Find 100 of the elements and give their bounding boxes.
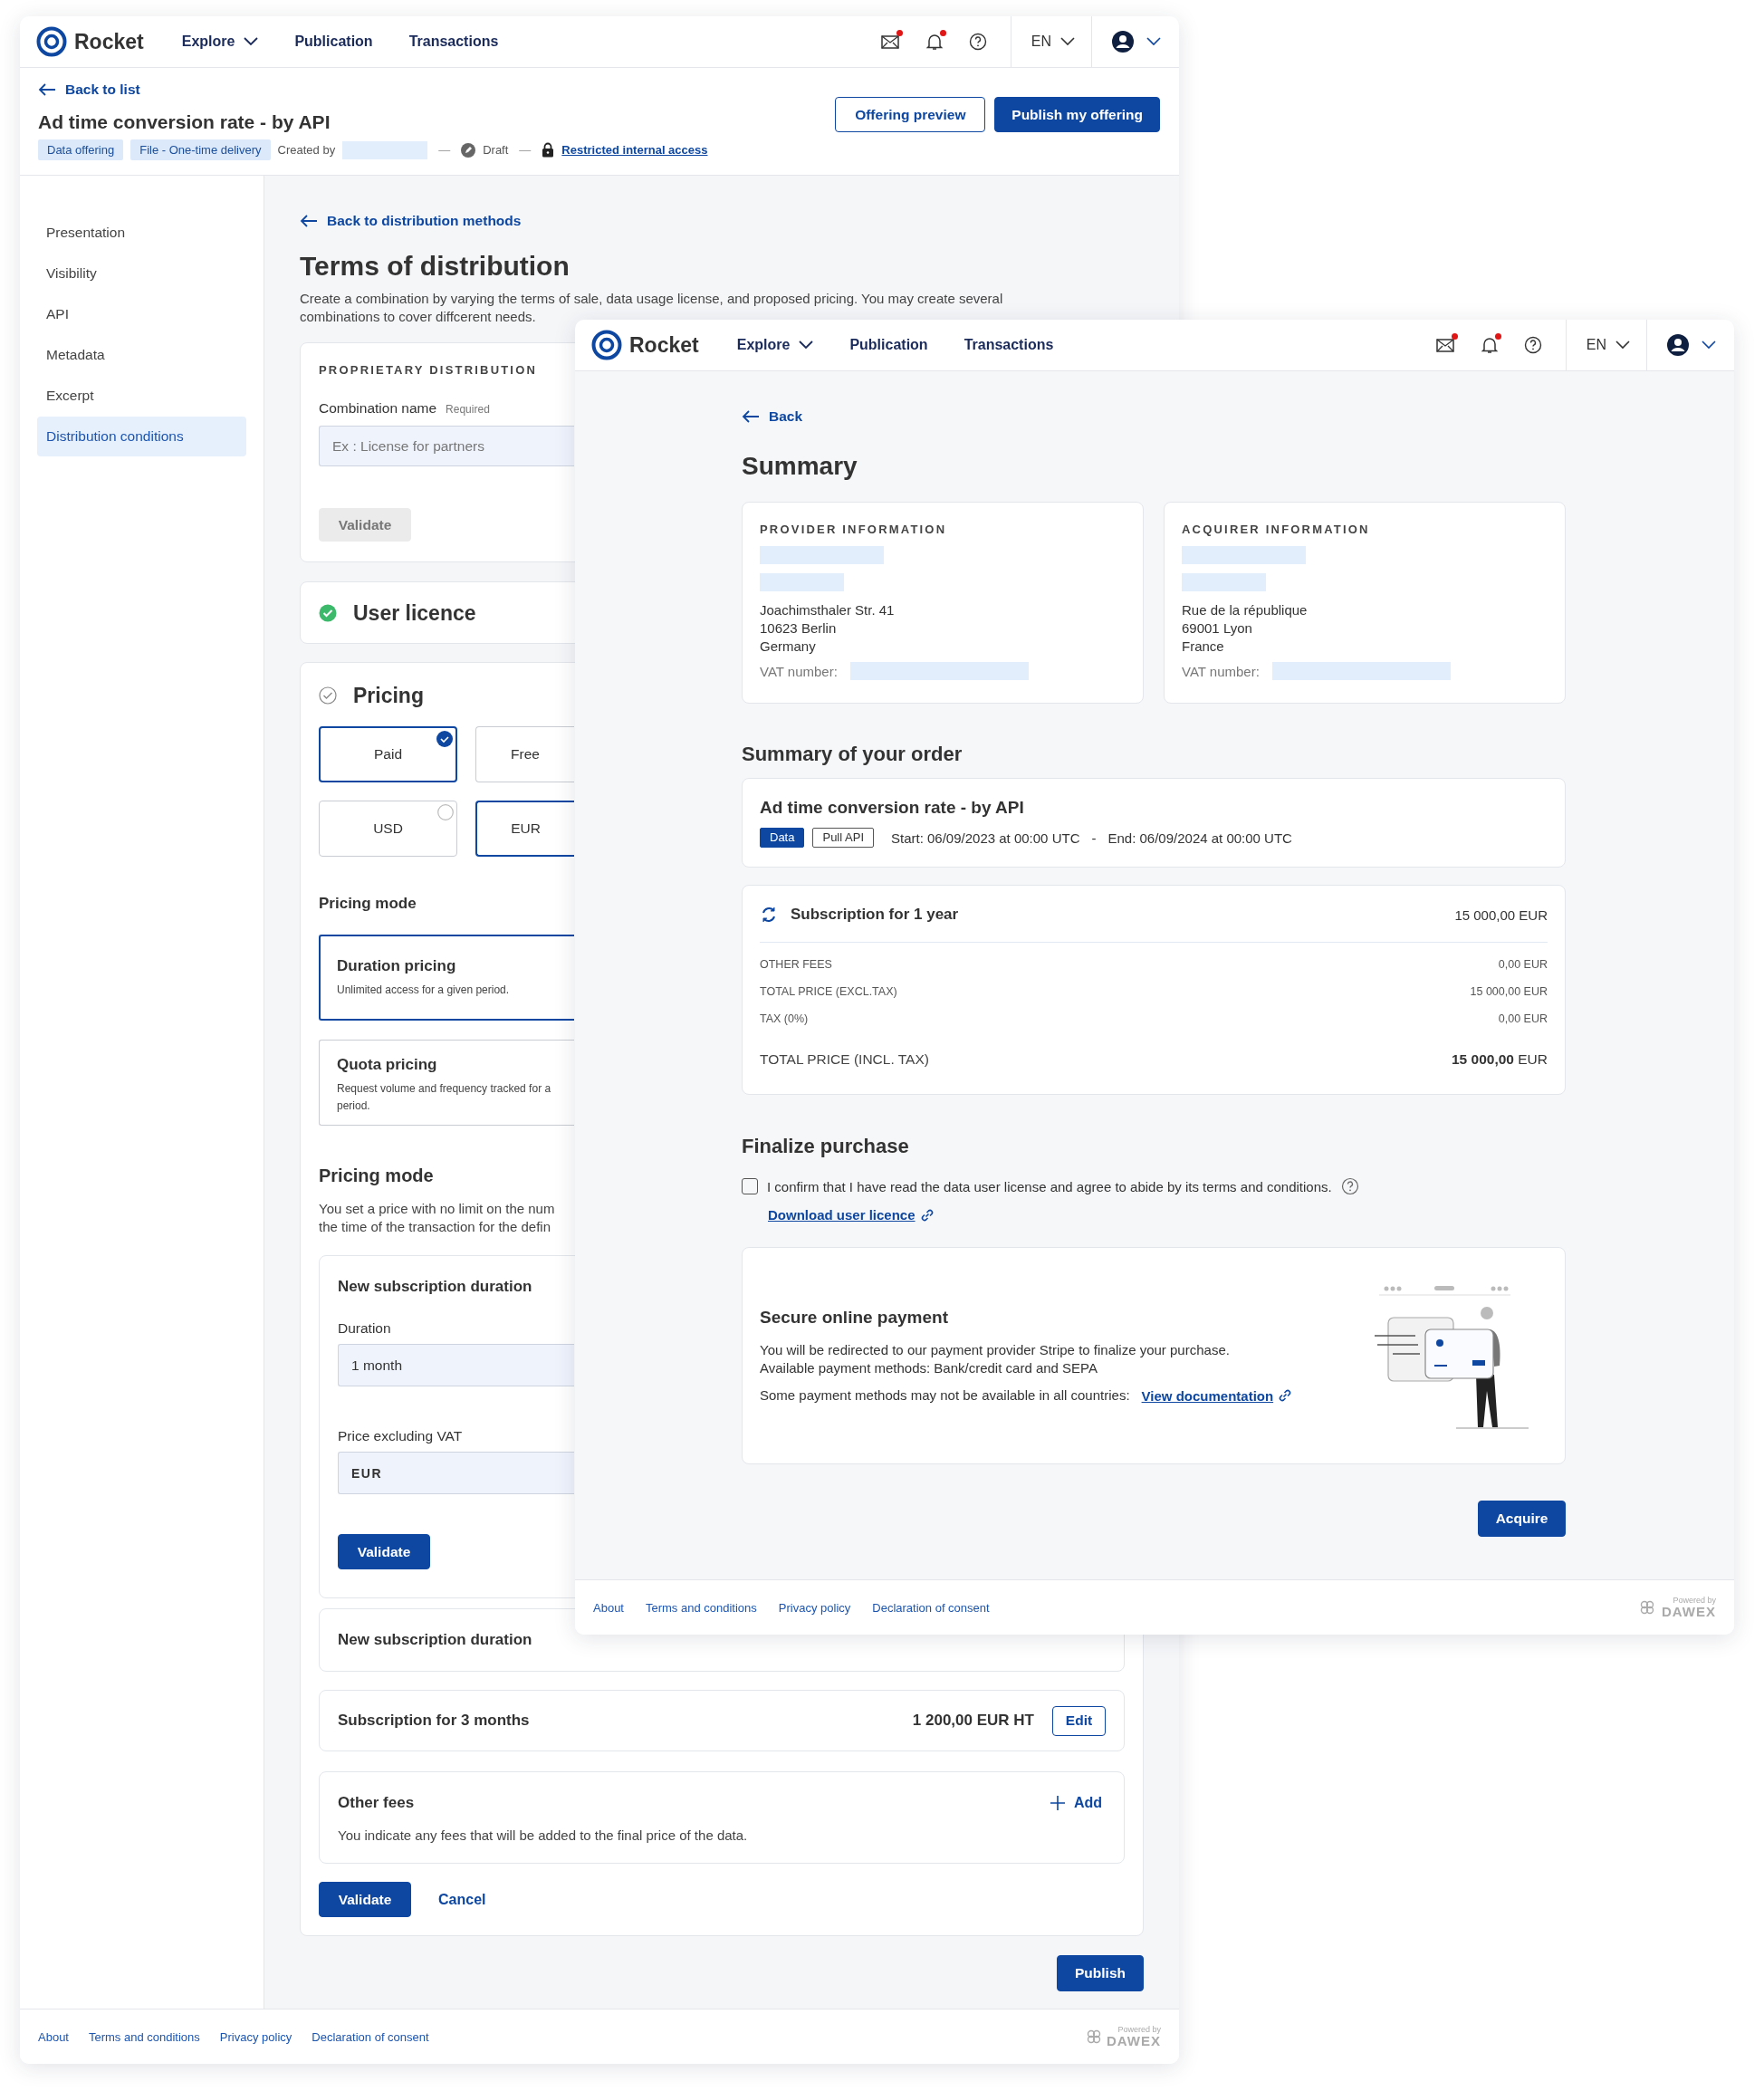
brand-name[interactable]: Rocket [74,29,144,54]
vat-label: VAT number: [760,663,838,679]
nav-link[interactable]: Transactions [963,337,1054,353]
cancel-link[interactable]: Cancel [438,1891,486,1908]
footer-link[interactable]: Privacy policy [778,1600,851,1615]
tile-description: period. [337,1098,370,1114]
footer-link[interactable]: Terms and conditions [646,1600,757,1615]
pricing-mode-tile[interactable]: Duration pricing Unlimited access for a given period. [319,935,574,1021]
consent-text: I confirm that I have read the data user license and agree to abide by its terms and conditions. [767,1178,1332,1194]
page-title: Summary [742,451,858,482]
action-button[interactable]: Offering preview [835,97,986,132]
price-line-label: TOTAL PRICE (EXCL.TAX) [760,984,897,1000]
option-tile[interactable]: EUR [475,801,574,857]
footer-link[interactable]: About [593,1600,624,1615]
required-hint: Required [446,402,490,417]
created-by-label: Created by [277,143,336,157]
powered-by-text: Powered by [1673,1596,1716,1605]
footer-link[interactable]: Privacy policy [219,2029,292,2044]
section-heading: Summary of your order [742,742,963,767]
sidebar-item[interactable]: Presentation [37,213,246,253]
edit-button[interactable]: Edit [1052,1705,1106,1736]
consent-checkbox[interactable] [742,1178,758,1194]
option-tile[interactable]: USD [319,801,457,857]
option-tile[interactable]: Free [475,726,574,782]
option-tile[interactable]: Paid [319,726,457,782]
brand-name[interactable]: Rocket [629,332,699,358]
publish-button[interactable]: Publish [1057,1955,1144,1991]
address-line: France [1182,638,1225,656]
price-line-value: 15 000,00 EUR [1470,984,1548,1000]
sidebar-item[interactable]: API [37,294,246,334]
documentation-link[interactable]: View documentation [1141,1387,1274,1404]
logo-icon[interactable] [36,26,67,57]
offering-title: Ad time conversion rate - by API [38,110,331,134]
back-link[interactable]: Back to distribution methods [300,212,522,230]
card-title: Subscription for 3 months [338,1711,530,1731]
footer-link[interactable]: Terms and conditions [89,2029,200,2044]
section-heading: ACQUIRER INFORMATION [1182,523,1370,537]
sidebar-item[interactable]: Visibility [37,254,246,293]
nav-link[interactable]: Explore [181,34,259,50]
access-link[interactable]: Restricted internal access [561,143,708,157]
back-link[interactable]: Back [742,408,803,426]
card-title: New subscription duration [338,1277,532,1297]
address-line: Germany [760,638,817,656]
tile-description: Unlimited access for a given period. [337,983,510,998]
link-icon [1278,1388,1293,1403]
user-avatar-icon [1112,31,1134,53]
nav-link[interactable]: Explore [736,337,814,353]
address-line: Rue de la république [1182,601,1309,619]
check-badge-icon [436,731,453,747]
acquire-button[interactable]: Acquire [1478,1501,1566,1537]
chevron-down-icon [1060,37,1075,46]
add-link[interactable]: Add [1050,1795,1102,1811]
refresh-icon [760,906,778,924]
footer-link[interactable]: About [38,2029,69,2044]
logo-icon[interactable] [591,330,622,360]
nav-link[interactable]: Publication [849,337,928,353]
sidebar-item[interactable]: Excerpt [37,376,246,416]
tag: Data [760,828,805,848]
price-line-label: TAX (0%) [760,1012,809,1027]
back-link[interactable]: Back to list [38,81,140,99]
sidebar-item[interactable]: Metadata [37,335,246,375]
duration-field[interactable]: 1 month [338,1344,574,1386]
price-field[interactable]: EUR [338,1452,574,1494]
link-icon [919,1207,935,1223]
pricing-mode-tile[interactable]: Quota pricing Request volume and frequency tracked for a period. [319,1040,574,1126]
page-title: Terms of distribution [300,250,570,283]
nav-link[interactable]: Transactions [408,34,499,50]
price-line-value: 0,00 EUR [1498,1012,1548,1027]
description-text: You indicate any fees that will be added to the final price of the data. [338,1827,749,1845]
footer-link[interactable]: Declaration of consent [312,2029,429,2044]
validate-button[interactable]: Validate [319,1882,411,1917]
separator-dash: - [1091,830,1097,846]
dawex-logo-icon [1638,1598,1656,1616]
pencil-circle-icon [461,142,476,158]
language-selector[interactable]: EN [1010,16,1091,67]
intro-text: Create a combination by varying the terms of sale, data usage license, and proposed pricing. You may create several combinations to cover diffcerent needs. [300,290,1004,326]
language-selector[interactable]: EN [1565,320,1646,370]
brand-name: DAWEX [1107,2034,1161,2048]
validate-button[interactable]: Validate [338,1534,430,1569]
footer-link[interactable]: Declaration of consent [872,1600,990,1615]
start-date: Start: 06/09/2023 at 00:00 UTC [891,830,1080,846]
sidebar-item[interactable]: Distribution conditions [37,417,246,456]
section-heading: PROPRIETARY DISTRIBUTION [319,363,538,378]
download-link[interactable]: Download user licence [768,1207,916,1223]
lock-icon [542,142,555,158]
card-title: Secure online payment [760,1307,949,1328]
plus-icon [1050,1796,1065,1810]
dawex-logo-icon [1085,2028,1103,2046]
nav-link[interactable]: Publication [294,34,373,50]
field-label: Combination name [319,399,437,417]
combination-name-field[interactable]: Ex : License for partners [319,426,574,466]
price-text: 15 000,00 EUR [1454,906,1548,923]
card-title: New subscription duration [338,1630,532,1650]
chevron-down-icon [244,37,259,46]
product-title: Ad time conversion rate - by API [760,797,1025,819]
description-text: You set a price with no limit on the num [319,1200,555,1218]
section-title: User licence [353,599,476,626]
brand-name: DAWEX [1662,1605,1716,1619]
action-button[interactable]: Publish my offering [994,97,1160,132]
section-heading: PROVIDER INFORMATION [760,523,947,537]
